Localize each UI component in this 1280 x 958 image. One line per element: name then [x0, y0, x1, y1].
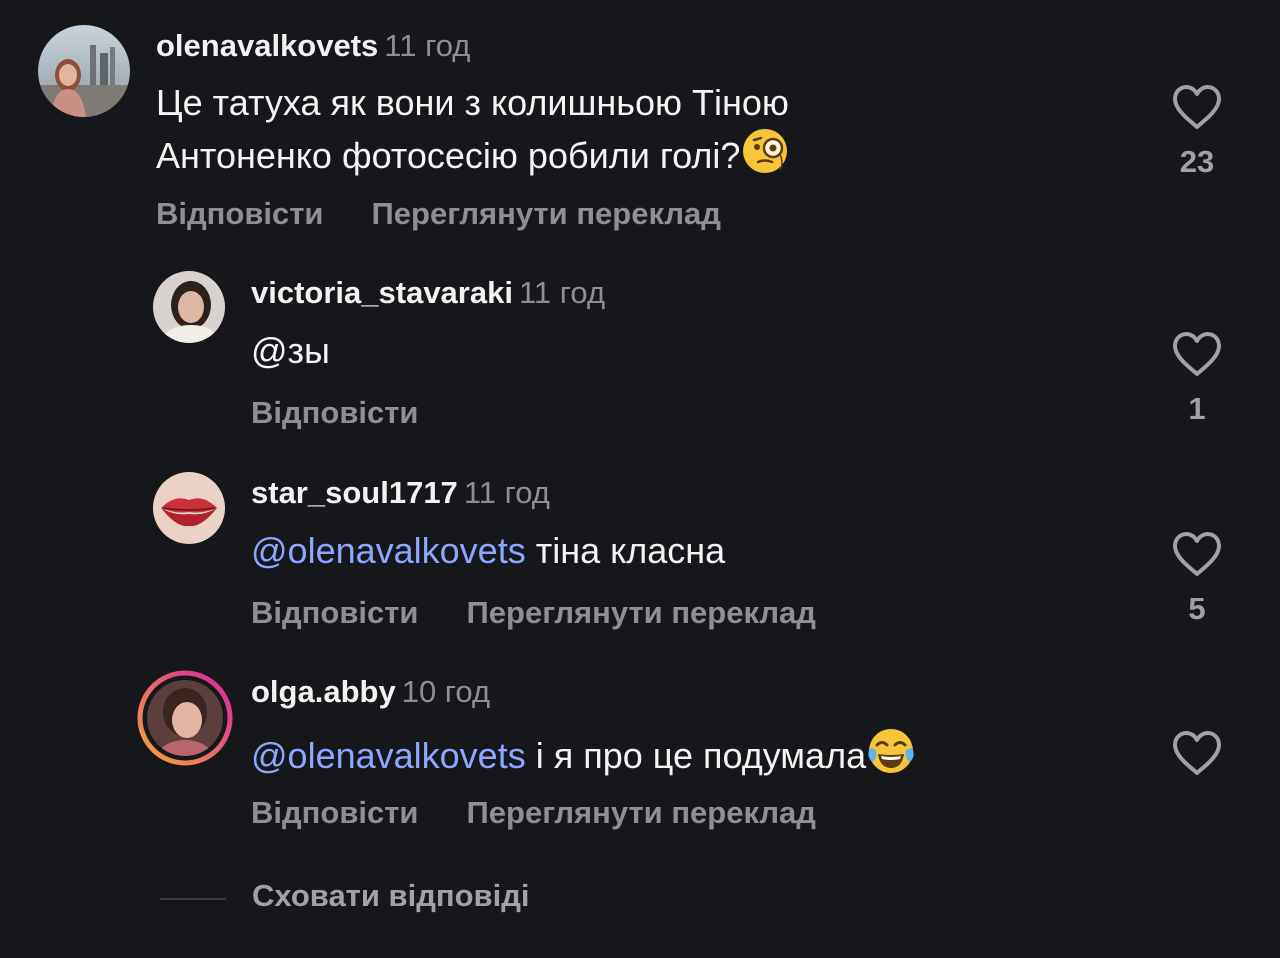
face-with-tears-of-joy-icon — [868, 729, 914, 773]
comment-text-body: тіна класна — [525, 530, 726, 571]
like-count: 5 — [1188, 591, 1206, 626]
avatar-image — [153, 271, 225, 343]
comment-actions: Відповісти Переглянути переклад — [251, 595, 816, 631]
avatar-image — [153, 472, 225, 544]
comment-text: @зы — [251, 330, 330, 371]
like-count: 23 — [1179, 144, 1215, 179]
like-control: 1 — [1167, 331, 1227, 427]
username[interactable]: victoria_stavaraki — [251, 275, 513, 310]
reply-button[interactable]: Відповісти — [251, 795, 419, 830]
comment-meta: olenavalkovets 11 год — [156, 28, 470, 64]
avatar[interactable] — [153, 271, 225, 343]
timestamp: 11 год — [463, 475, 550, 510]
divider — [160, 898, 226, 900]
like-control: 5 — [1167, 531, 1227, 627]
hide-replies-button[interactable]: Сховати відповіді — [252, 878, 530, 914]
timestamp: 10 год — [401, 674, 491, 709]
comment-text-line-with-emoji: Антоненко фотосесію робили голі? — [156, 126, 790, 179]
face-with-monocle-icon — [743, 129, 788, 173]
see-translation-button[interactable]: Переглянути переклад — [372, 196, 721, 231]
avatar-image — [137, 670, 233, 766]
timestamp: 11 год — [518, 275, 606, 310]
avatar-image — [38, 25, 130, 117]
avatar[interactable] — [153, 472, 225, 544]
heart-icon[interactable] — [1171, 84, 1223, 130]
like-control — [1167, 730, 1227, 776]
reply-button[interactable]: Відповісти — [156, 196, 324, 231]
see-translation-button[interactable]: Переглянути переклад — [467, 595, 816, 630]
timestamp: 11 год — [384, 28, 471, 63]
mention-link[interactable]: @olenavalkovets — [251, 530, 526, 571]
see-translation-button[interactable]: Переглянути переклад — [467, 795, 816, 830]
comment-text: @olenavalkovets і я про це подумала — [251, 726, 916, 779]
heart-icon[interactable] — [1171, 531, 1223, 577]
heart-icon[interactable] — [1171, 331, 1223, 377]
comment-actions: Відповісти — [251, 395, 419, 431]
mention-link[interactable]: @olenavalkovets — [251, 735, 526, 776]
username[interactable]: olga.abby — [251, 674, 396, 709]
comment-actions: Відповісти Переглянути переклад — [156, 196, 721, 232]
username[interactable]: star_soul1717 — [251, 475, 458, 510]
comment-text-body: і я про це подумала — [525, 735, 867, 776]
comment-meta: star_soul1717 11 год — [251, 475, 550, 511]
comment-meta: olga.abby 10 год — [251, 674, 490, 710]
heart-icon[interactable] — [1171, 730, 1223, 776]
username[interactable]: olenavalkovets — [156, 28, 378, 63]
like-count: 1 — [1188, 391, 1206, 426]
comment-meta: victoria_stavaraki 11 год — [251, 275, 605, 311]
like-control: 23 — [1167, 84, 1227, 180]
comment-text-line: Антоненко фотосесію робили голі? — [156, 135, 741, 176]
reply-button[interactable]: Відповісти — [251, 595, 419, 630]
comment-text: @olenavalkovets тіна класна — [251, 528, 725, 574]
reply-button[interactable]: Відповісти — [251, 395, 419, 430]
comment-text-line: Це татуха як вони з колишньою Тіною — [156, 82, 789, 123]
avatar[interactable] — [38, 25, 130, 117]
avatar-with-story-ring[interactable] — [137, 670, 233, 766]
comment-actions: Відповісти Переглянути переклад — [251, 795, 816, 831]
comment-text: Це татуха як вони з колишньою Тіною Анто… — [156, 80, 790, 179]
